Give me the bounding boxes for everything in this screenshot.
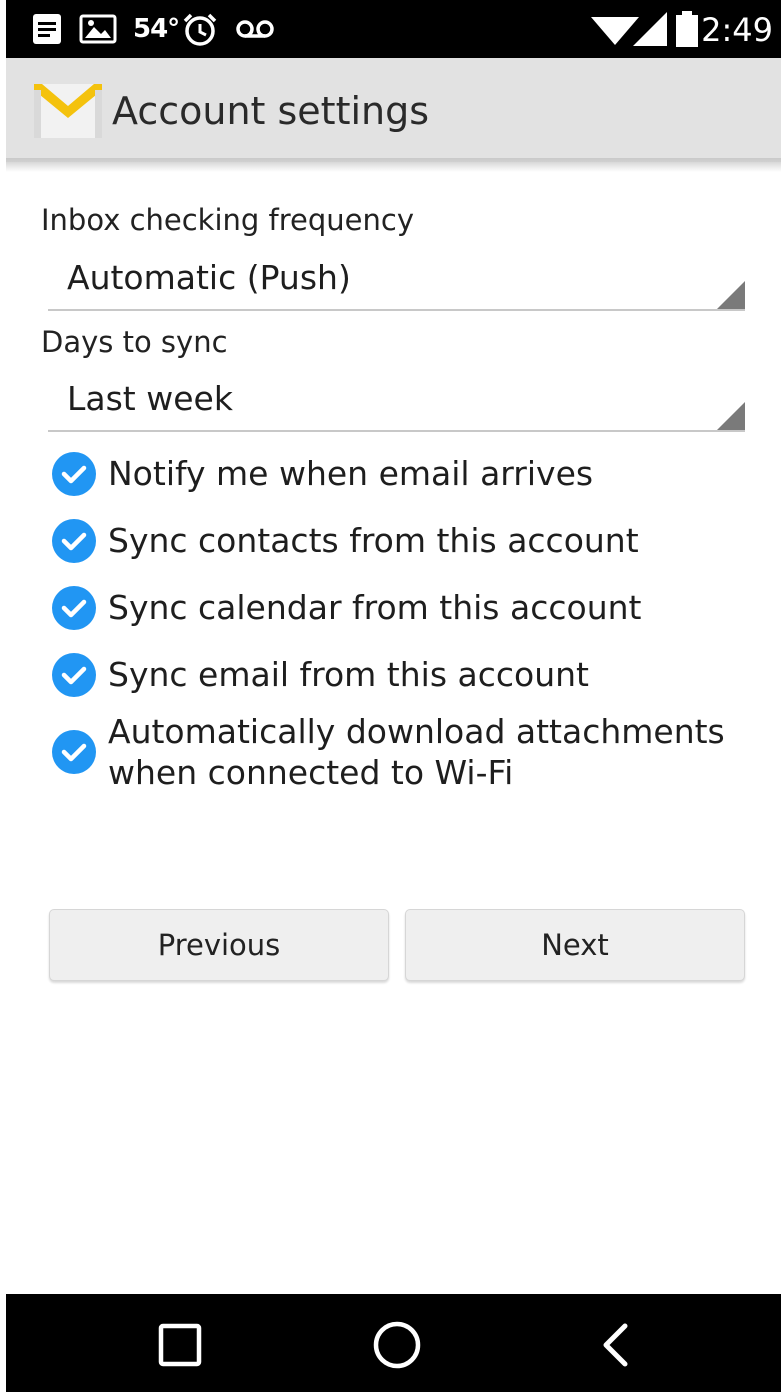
action-bar-shadow xyxy=(6,158,781,172)
checkbox-label: Sync contacts from this account xyxy=(108,521,639,560)
dropdown-arrow-icon xyxy=(717,402,745,430)
clock: 2:49 xyxy=(701,11,773,49)
checkbox-checked-icon[interactable] xyxy=(50,728,98,776)
inbox-frequency-value: Automatic (Push) xyxy=(67,258,351,297)
alarm-icon xyxy=(182,13,218,46)
temperature-readout: 54° xyxy=(133,14,180,44)
notify-email-checkbox-row[interactable]: Notify me when email arrives xyxy=(50,450,750,498)
checkbox-label-line1: Automatically download attachments xyxy=(108,712,725,751)
previous-button[interactable]: Previous xyxy=(49,909,389,981)
days-to-sync-value: Last week xyxy=(67,379,233,418)
page-edge xyxy=(0,0,6,1392)
checkbox-checked-icon[interactable] xyxy=(50,651,98,699)
sync-calendar-checkbox-row[interactable]: Sync calendar from this account xyxy=(50,584,750,632)
days-to-sync-spinner[interactable]: Last week xyxy=(48,366,745,432)
status-bar: 54° 2:49 xyxy=(6,0,781,58)
checkbox-checked-icon[interactable] xyxy=(50,450,98,498)
navigation-bar xyxy=(6,1294,781,1392)
battery-icon xyxy=(674,11,700,47)
page-title: Account settings xyxy=(112,89,430,133)
days-to-sync-label: Days to sync xyxy=(41,325,228,359)
image-icon xyxy=(78,13,118,45)
voicemail-icon xyxy=(234,13,276,45)
checkbox-label: Sync calendar from this account xyxy=(108,588,642,627)
next-button[interactable]: Next xyxy=(405,909,745,981)
notes-icon xyxy=(30,13,64,45)
sync-email-checkbox-row[interactable]: Sync email from this account xyxy=(50,651,750,699)
checkbox-label: Notify me when email arrives xyxy=(108,454,594,493)
checkbox-label-line2: when connected to Wi-Fi xyxy=(108,753,514,792)
checkbox-checked-icon[interactable] xyxy=(50,584,98,632)
dropdown-arrow-icon xyxy=(717,281,745,309)
gmail-envelope-icon xyxy=(34,84,102,138)
inbox-frequency-label: Inbox checking frequency xyxy=(41,203,414,237)
inbox-frequency-spinner[interactable]: Automatic (Push) xyxy=(48,245,745,311)
signal-icon xyxy=(632,12,668,46)
home-icon[interactable] xyxy=(372,1320,422,1370)
auto-download-attachments-checkbox-row[interactable]: Automatically download attachments when … xyxy=(50,711,750,795)
sync-contacts-checkbox-row[interactable]: Sync contacts from this account xyxy=(50,517,750,565)
action-bar: Account settings xyxy=(6,58,781,162)
checkbox-checked-icon[interactable] xyxy=(50,517,98,565)
checkbox-label: Sync email from this account xyxy=(108,655,589,694)
recents-icon[interactable] xyxy=(155,1320,205,1370)
back-icon[interactable] xyxy=(590,1320,640,1370)
